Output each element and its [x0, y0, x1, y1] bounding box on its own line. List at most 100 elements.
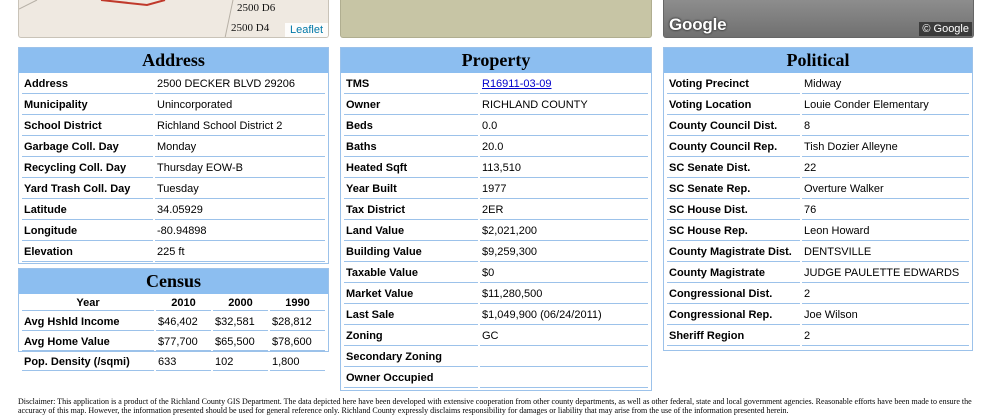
political-label: County Magistrate Dist. [667, 241, 800, 262]
census-header: 2010 [156, 294, 211, 311]
political-label: County Council Dist. [667, 115, 800, 136]
property-value: $1,049,900 (06/24/2011) [480, 304, 648, 325]
property-row: Market Value $11,280,500 [344, 283, 648, 304]
parcel-map[interactable]: 2500 D6 2500 D4 Leaflet [18, 0, 329, 38]
political-row: County Magistrate Dist. DENTSVILLE [667, 241, 969, 262]
political-row: Sheriff Region 2 [667, 325, 969, 346]
property-row: Beds 0.0 [344, 115, 648, 136]
property-value: GC [480, 325, 648, 346]
tms-link[interactable]: R16911-03-09 [482, 78, 552, 90]
census-value: $32,581 [213, 311, 268, 331]
political-row: SC Senate Rep. Overture Walker [667, 178, 969, 199]
political-panel-title: Political [664, 48, 972, 73]
property-row: Heated Sqft 113,510 [344, 157, 648, 178]
property-row: TMS R16911-03-09 [344, 73, 648, 94]
census-row: Pop. Density (/sqmi) 633 102 1,800 [22, 351, 325, 371]
property-label: Tax District [344, 199, 478, 220]
property-value: 113,510 [480, 157, 648, 178]
political-value: Louie Conder Elementary [802, 94, 969, 115]
property-label: Baths [344, 136, 478, 157]
property-row: Building Value $9,259,300 [344, 241, 648, 262]
census-value: $65,500 [213, 331, 268, 351]
property-value [480, 346, 648, 367]
property-row: Zoning GC [344, 325, 648, 346]
address-label: Elevation [22, 241, 153, 262]
political-row: County Council Rep. Tish Dozier Alleyne [667, 136, 969, 157]
address-value: Monday [155, 136, 325, 157]
political-value: JUDGE PAULETTE EDWARDS [802, 262, 969, 283]
address-row: Longitude -80.94898 [22, 220, 325, 241]
address-value: Unincorporated [155, 94, 325, 115]
property-value: $2,021,200 [480, 220, 648, 241]
property-row: Owner RICHLAND COUNTY [344, 94, 648, 115]
address-label: Longitude [22, 220, 153, 241]
political-label: Sheriff Region [667, 325, 800, 346]
census-label: Avg Hshld Income [22, 311, 154, 331]
property-label: Owner [344, 94, 478, 115]
property-row: Land Value $2,021,200 [344, 220, 648, 241]
political-row: SC Senate Dist. 22 [667, 157, 969, 178]
street-view-image[interactable]: Google © Google [663, 0, 974, 38]
property-row: Taxable Value $0 [344, 262, 648, 283]
political-label: SC House Dist. [667, 199, 800, 220]
census-value: $46,402 [156, 311, 211, 331]
political-value: Tish Dozier Alleyne [802, 136, 969, 157]
disclaimer-text: Disclaimer: This application is a produc… [18, 397, 972, 415]
google-copyright: © Google [919, 22, 972, 36]
property-label: Land Value [344, 220, 478, 241]
political-row: SC House Dist. 76 [667, 199, 969, 220]
map-label-d6: 2500 D6 [237, 2, 276, 14]
address-label: Municipality [22, 94, 153, 115]
address-row: School District Richland School District … [22, 115, 325, 136]
property-value: $0 [480, 262, 648, 283]
property-value: 2ER [480, 199, 648, 220]
census-row: Avg Hshld Income $46,402 $32,581 $28,812 [22, 311, 325, 331]
property-row: Tax District 2ER [344, 199, 648, 220]
political-label: Congressional Dist. [667, 283, 800, 304]
census-row: Avg Home Value $77,700 $65,500 $78,600 [22, 331, 325, 351]
address-row: Municipality Unincorporated [22, 94, 325, 115]
property-row: Baths 20.0 [344, 136, 648, 157]
address-value: 34.05929 [155, 199, 325, 220]
property-label: Year Built [344, 178, 478, 199]
census-label: Pop. Density (/sqmi) [22, 351, 154, 371]
property-panel: Property TMS R16911-03-09 Owner RICHLAND CO… [340, 47, 652, 391]
address-value: Richland School District 2 [155, 115, 325, 136]
property-label: Building Value [344, 241, 478, 262]
census-value: $78,600 [270, 331, 325, 351]
political-label: SC House Rep. [667, 220, 800, 241]
property-row: Secondary Zoning [344, 346, 648, 367]
political-label: Congressional Rep. [667, 304, 800, 325]
address-value: Thursday EOW-B [155, 157, 325, 178]
property-label: Market Value [344, 283, 478, 304]
address-label: Yard Trash Coll. Day [22, 178, 153, 199]
address-row: Latitude 34.05929 [22, 199, 325, 220]
census-header: Year [22, 294, 154, 311]
map-parcel-lines [19, 0, 234, 37]
political-row: Congressional Dist. 2 [667, 283, 969, 304]
property-value: 1977 [480, 178, 648, 199]
census-table: Year 2010 2000 1990 Avg Hshld Income $46,402… [19, 294, 328, 371]
political-row: Voting Precinct Midway [667, 73, 969, 94]
property-value: 0.0 [480, 115, 648, 136]
political-value: Joe Wilson [802, 304, 969, 325]
address-label: Garbage Coll. Day [22, 136, 153, 157]
google-logo: Google [669, 15, 727, 34]
leaflet-attribution-link[interactable]: Leaflet [284, 23, 328, 37]
property-label: Secondary Zoning [344, 346, 478, 367]
property-label: Beds [344, 115, 478, 136]
address-table: Address 2500 DECKER BLVD 29206 Municipalit… [19, 73, 328, 262]
aerial-image[interactable] [340, 0, 652, 38]
property-table: TMS R16911-03-09 Owner RICHLAND COUNTY Beds 0… [341, 73, 651, 388]
census-value: $77,700 [156, 331, 211, 351]
map-label-d4: 2500 D4 [231, 22, 270, 34]
political-value: DENTSVILLE [802, 241, 969, 262]
address-row: Garbage Coll. Day Monday [22, 136, 325, 157]
address-panel-title: Address [19, 48, 328, 73]
political-value: 2 [802, 283, 969, 304]
property-label: TMS [344, 73, 478, 94]
political-label: SC Senate Dist. [667, 157, 800, 178]
political-value: Midway [802, 73, 969, 94]
property-value [480, 367, 648, 388]
census-header: 2000 [213, 294, 268, 311]
